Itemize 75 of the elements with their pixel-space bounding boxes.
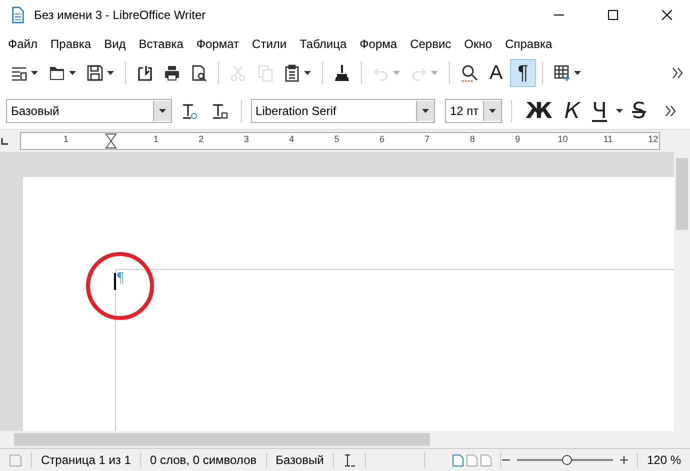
tab-stop-icon: [0, 136, 10, 146]
menu-item[interactable]: Файл: [3, 36, 46, 50]
indent-marker-icon[interactable]: [105, 133, 117, 149]
print-icon: [163, 64, 181, 82]
brush-icon: [333, 64, 351, 82]
ruler-label: 6: [380, 134, 384, 144]
italic-button[interactable]: К: [560, 97, 584, 125]
chevron-icon: [664, 104, 678, 118]
zoom-level: 120 %: [636, 452, 690, 468]
ruler-label: 10: [558, 134, 568, 144]
caret-icon: [303, 69, 312, 77]
document-icon: [10, 6, 26, 24]
menu-item[interactable]: Сервис: [405, 36, 460, 50]
ruler-label: 5: [334, 134, 340, 144]
ruler-label: 8: [470, 134, 475, 144]
menu-item[interactable]: Форма: [354, 36, 406, 50]
page-layout-icon[interactable]: [452, 454, 464, 466]
ruler-label: 4: [289, 134, 294, 144]
caret-icon: [615, 107, 624, 115]
paragraph-style-combo[interactable]: Базовый: [6, 99, 172, 123]
save-status-icon: [9, 454, 22, 466]
table-icon: [553, 64, 571, 82]
chevron-icon: [670, 66, 684, 80]
caret-icon: [106, 69, 115, 77]
caret-icon: [392, 69, 401, 77]
selection-mode-icon: [342, 454, 356, 466]
ruler-label: 7: [424, 134, 430, 144]
paragraph-mark: ¶: [117, 270, 124, 287]
document-export-icon: [136, 64, 154, 82]
font-size-combo[interactable]: 12 пт: [444, 99, 502, 123]
ruler-label: 9: [515, 134, 520, 144]
ruler-label: 11: [603, 134, 613, 144]
menu-item[interactable]: Формат: [191, 36, 248, 50]
caret-icon: [488, 107, 498, 115]
underline-button[interactable]: Ч: [588, 97, 612, 125]
menu-item[interactable]: Стили: [247, 36, 295, 50]
ruler-label: 3: [244, 134, 249, 144]
ruler-label: 2: [198, 134, 204, 144]
caret-icon: [68, 69, 77, 77]
caret-icon: [420, 107, 430, 115]
bold-button[interactable]: Ж: [521, 97, 556, 125]
page-count: Страница 1 из 1: [32, 452, 141, 468]
clipboard-icon: [283, 64, 301, 82]
search-icon: [460, 64, 478, 82]
menu-item[interactable]: Правка: [46, 36, 100, 50]
word-count: 0 слов, 0 символов: [140, 452, 267, 468]
maximize-icon: [608, 10, 618, 20]
window-title: Без имени 3 - LibreOffice Writer: [34, 8, 207, 22]
ruler-label: 1: [64, 134, 68, 144]
menu-item[interactable]: Окно: [459, 36, 500, 50]
page-style: Базовый: [266, 452, 334, 468]
highlight-circle: [86, 252, 154, 320]
caret-icon: [573, 69, 582, 77]
save-icon: [86, 64, 104, 82]
copy-icon: [256, 64, 274, 82]
caret-icon: [158, 107, 167, 115]
font-name-combo[interactable]: Liberation Serif: [250, 99, 435, 123]
print-preview-icon: [190, 64, 208, 82]
zoom-in-icon: [618, 455, 629, 465]
toolbar-button[interactable]: A: [483, 59, 509, 87]
menu-item[interactable]: Таблица: [294, 36, 355, 50]
caret-icon: [30, 69, 39, 77]
toolbar-button[interactable]: ¶: [510, 59, 536, 87]
caret-icon: [430, 69, 439, 77]
menu-item[interactable]: Справка: [500, 36, 560, 50]
folder-icon: [48, 64, 66, 82]
ruler-label: 12: [648, 134, 658, 144]
strikethrough-button[interactable]: S: [628, 97, 650, 125]
menu-item[interactable]: Вид: [99, 36, 134, 50]
close-icon: [662, 10, 672, 20]
menu-item[interactable]: Вставка: [134, 36, 192, 50]
scissors-icon: [229, 64, 247, 82]
ruler-label: 1: [154, 134, 158, 144]
text-cursor: [114, 273, 116, 290]
horizontal-scrollbar[interactable]: [0, 431, 690, 448]
